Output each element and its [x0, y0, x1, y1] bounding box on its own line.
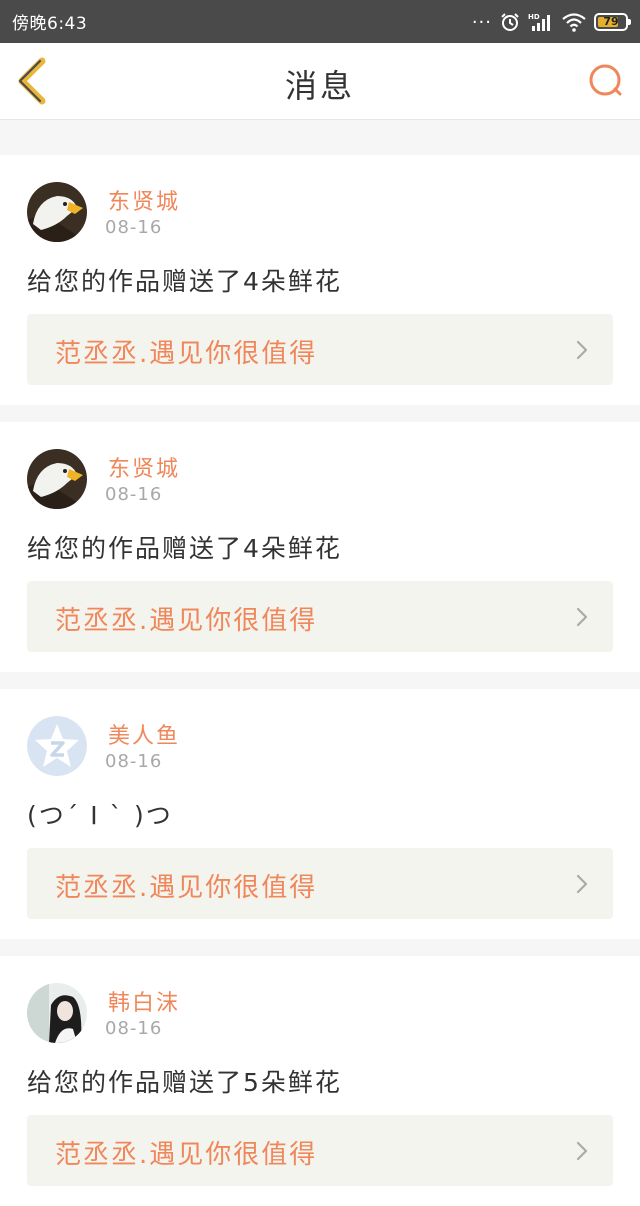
svg-text:HD: HD — [528, 13, 540, 21]
girl-photo-avatar-icon — [27, 983, 87, 1043]
eagle-avatar-icon — [27, 449, 87, 509]
qq-default-avatar-icon — [27, 716, 87, 776]
message-text: 给您的作品赠送了4朵鲜花 — [27, 267, 342, 296]
avatar[interactable] — [27, 182, 87, 242]
work-title: 范丞丞.遇见你很值得 — [55, 606, 318, 636]
page-title: 消息 — [284, 67, 355, 105]
message-date: 08-16 — [105, 217, 163, 238]
search-button[interactable] — [586, 61, 626, 101]
sender-name[interactable]: 东贤城 — [108, 451, 180, 483]
message-card: 东贤城 08-16 给您的作品赠送了4朵鲜花 范丞丞.遇见你很值得 — [0, 422, 640, 672]
chevron-right-icon — [576, 340, 588, 360]
work-title: 范丞丞.遇见你很值得 — [55, 1140, 318, 1170]
avatar[interactable] — [27, 716, 87, 776]
work-title: 范丞丞.遇见你很值得 — [55, 339, 318, 369]
message-card: 东贤城 08-16 给您的作品赠送了4朵鲜花 范丞丞.遇见你很值得 — [0, 155, 640, 405]
wifi-icon — [562, 12, 586, 32]
search-icon — [589, 64, 622, 96]
work-title: 范丞丞.遇见你很值得 — [55, 873, 318, 903]
alarm-icon — [501, 12, 519, 31]
avatar[interactable] — [27, 449, 87, 509]
work-link[interactable]: 范丞丞.遇见你很值得 — [27, 848, 613, 919]
message-card: 韩白沫 08-16 给您的作品赠送了5朵鲜花 范丞丞.遇见你很值得 — [0, 956, 640, 1206]
message-text: 给您的作品赠送了5朵鲜花 — [27, 1068, 342, 1097]
hd-signal-icon: HD — [528, 13, 550, 31]
more-dots-icon: ... — [471, 6, 492, 28]
battery-icon: 79 — [594, 12, 631, 31]
sender-name[interactable]: 东贤城 — [108, 184, 180, 216]
eagle-avatar-icon — [27, 182, 87, 242]
sender-name[interactable]: 美人鱼 — [108, 718, 180, 750]
message-text: 给您的作品赠送了4朵鲜花 — [27, 534, 342, 563]
status-time: 傍晚6:43 — [12, 14, 88, 34]
chevron-right-icon — [576, 1141, 588, 1161]
message-card: 美人鱼 08-16 (つ´ Ι ` )つ 范丞丞.遇见你很值得 — [0, 689, 640, 939]
work-link[interactable]: 范丞丞.遇见你很值得 — [27, 581, 613, 652]
sender-name[interactable]: 韩白沫 — [108, 985, 180, 1017]
status-bar: 傍晚6:43 ... HD 79 — [0, 0, 640, 43]
chevron-right-icon — [576, 607, 588, 627]
message-date: 08-16 — [105, 1018, 163, 1039]
chevron-right-icon — [576, 874, 588, 894]
message-date: 08-16 — [105, 751, 163, 772]
message-date: 08-16 — [105, 484, 163, 505]
header-bar: 消息 — [0, 43, 640, 120]
message-text: (つ´ Ι ` )つ — [27, 801, 173, 830]
battery-level: 79 — [603, 15, 619, 28]
avatar[interactable] — [27, 983, 87, 1043]
work-link[interactable]: 范丞丞.遇见你很值得 — [27, 1115, 613, 1186]
status-icons: ... HD 79 — [471, 6, 631, 32]
work-link[interactable]: 范丞丞.遇见你很值得 — [27, 314, 613, 385]
message-list: 东贤城 08-16 给您的作品赠送了4朵鲜花 范丞丞.遇见你很值得 东贤城 08… — [0, 138, 640, 1206]
